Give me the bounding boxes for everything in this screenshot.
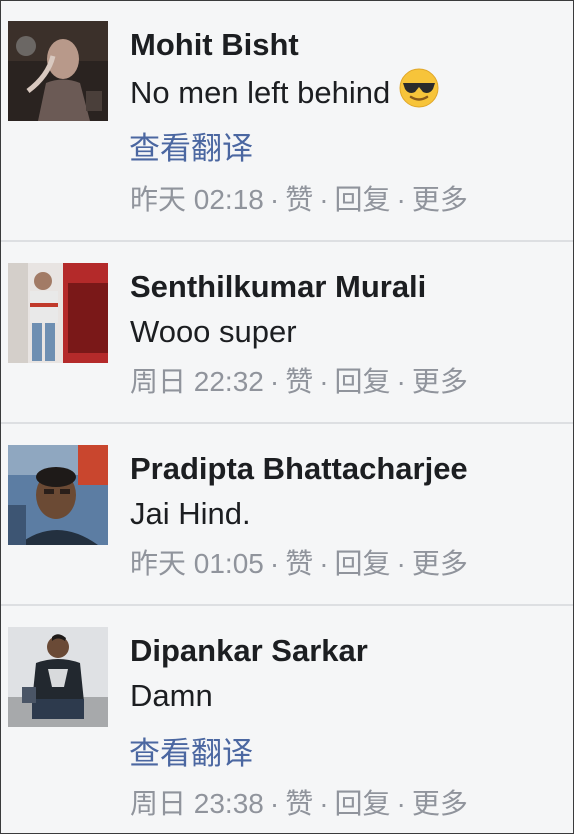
comment-timestamp[interactable]: 周日 22:32 bbox=[130, 366, 264, 397]
comment-author[interactable]: Pradipta Bhattacharjee bbox=[130, 451, 468, 487]
comment-meta: 周日 23:38 · 赞 · 回复 · 更多 bbox=[130, 788, 468, 819]
avatar[interactable] bbox=[8, 445, 108, 545]
like-link[interactable]: 赞 bbox=[285, 548, 313, 579]
comment-timestamp[interactable]: 周日 23:38 bbox=[130, 788, 264, 819]
reply-link[interactable]: 回复 bbox=[335, 788, 391, 819]
more-link[interactable]: 更多 bbox=[412, 366, 468, 397]
more-link[interactable]: 更多 bbox=[412, 788, 468, 819]
reply-link[interactable]: 回复 bbox=[335, 184, 391, 215]
comment-timestamp[interactable]: 昨天 01:05 bbox=[130, 548, 264, 579]
comment-author[interactable]: Senthilkumar Murali bbox=[130, 269, 426, 305]
like-link[interactable]: 赞 bbox=[285, 366, 313, 397]
more-link[interactable]: 更多 bbox=[412, 548, 468, 579]
see-translation-link[interactable]: 查看翻译 bbox=[129, 736, 253, 772]
avatar[interactable] bbox=[8, 627, 108, 727]
comment-text: Wooo super bbox=[130, 314, 297, 349]
avatar[interactable] bbox=[8, 21, 108, 121]
avatar[interactable] bbox=[8, 263, 108, 363]
comment-meta: 昨天 01:05 · 赞 · 回复 · 更多 bbox=[130, 548, 468, 579]
comment-meta: 周日 22:32 · 赞 · 回复 · 更多 bbox=[130, 366, 468, 397]
comment-author[interactable]: Mohit Bisht bbox=[130, 27, 299, 63]
sunglasses-emoji-icon bbox=[398, 67, 440, 117]
like-link[interactable]: 赞 bbox=[285, 788, 313, 819]
comment-timestamp[interactable]: 昨天 02:18 bbox=[130, 184, 264, 215]
divider bbox=[1, 604, 573, 606]
divider bbox=[1, 422, 573, 424]
divider bbox=[1, 240, 573, 242]
comment-text: Damn bbox=[130, 678, 213, 713]
comment-text: Jai Hind. bbox=[130, 496, 251, 531]
comment-list: Mohit Bisht No men left behind 查看翻译 昨天 0… bbox=[0, 0, 574, 834]
like-link[interactable]: 赞 bbox=[285, 184, 313, 215]
comment-text: No men left behind bbox=[130, 68, 440, 117]
comment-author[interactable]: Dipankar Sarkar bbox=[130, 633, 368, 669]
reply-link[interactable]: 回复 bbox=[335, 548, 391, 579]
reply-link[interactable]: 回复 bbox=[335, 366, 391, 397]
comment-meta: 昨天 02:18 · 赞 · 回复 · 更多 bbox=[130, 184, 468, 215]
see-translation-link[interactable]: 查看翻译 bbox=[129, 131, 253, 167]
more-link[interactable]: 更多 bbox=[412, 184, 468, 215]
